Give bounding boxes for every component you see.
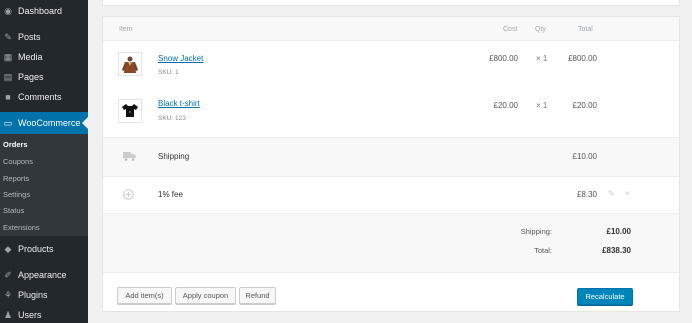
item-name-link[interactable]: Snow Jacket xyxy=(158,54,203,63)
item-total: £20.00 xyxy=(572,101,597,110)
submenu-extensions[interactable]: Extensions xyxy=(3,223,40,232)
appearance-icon: ✐ xyxy=(4,269,12,280)
submenu-status[interactable]: Status xyxy=(3,206,24,215)
edit-pencil-icon[interactable]: ✎ xyxy=(608,189,615,198)
header-item: Item xyxy=(119,26,133,33)
users-icon: ♟ xyxy=(3,309,13,320)
apply-coupon-button[interactable]: Apply coupon xyxy=(175,287,236,304)
admin-sidebar: ◉ Dashboard ✎ Posts ▦ Media ▤ Pages ■ Co… xyxy=(0,0,88,323)
fee-total: £8.30 xyxy=(576,190,597,199)
item-sku: SKU: 1 xyxy=(158,69,179,76)
menu-item-users[interactable]: ♟ Users xyxy=(0,305,88,323)
tshirt-image xyxy=(122,104,138,117)
plugins-icon: ⚘ xyxy=(3,289,13,300)
order-items-panel: Item Cost Qty Total Snow Jacket SKU: 1 £… xyxy=(102,16,680,312)
pin-icon: ✎ xyxy=(4,31,12,42)
shipping-label: Shipping xyxy=(158,152,190,161)
item-sku: SKU: 123 xyxy=(158,115,186,122)
totals-shipping-label: Shipping: xyxy=(520,227,552,236)
menu-item-posts[interactable]: ✎ Posts xyxy=(0,27,88,47)
item-name-link[interactable]: Black t-shirt xyxy=(158,99,200,108)
shipping-row: Shipping £10.00 xyxy=(103,137,679,177)
woocommerce-icon: ▭ xyxy=(3,117,13,128)
media-icon: ▦ xyxy=(3,51,13,62)
refund-button[interactable]: Refund xyxy=(239,287,276,304)
menu-item-comments[interactable]: ■ Comments xyxy=(0,87,88,107)
item-cost: £20.00 xyxy=(493,101,518,110)
jacket-thumbnail[interactable] xyxy=(118,52,142,76)
totals-total-value: £838.30 xyxy=(602,246,631,255)
item-qty: × 1 xyxy=(536,101,548,110)
totals-total-label: Total: xyxy=(534,246,552,255)
woocommerce-submenu: Orders Coupons Reports Settings Status E… xyxy=(0,134,88,236)
totals-area: Shipping: £10.00 Total: £838.30 xyxy=(103,213,679,273)
comments-icon: ■ xyxy=(5,92,11,102)
truck-icon xyxy=(123,152,136,161)
totals-shipping-value: £10.00 xyxy=(606,227,631,236)
item-qty: × 1 xyxy=(536,54,548,63)
shipping-total: £10.00 xyxy=(572,152,597,161)
header-cost: Cost xyxy=(503,26,518,33)
line-item-row: Black t-shirt SKU: 123 £20.00 × 1 £20.00 xyxy=(103,89,679,137)
active-menu-arrow xyxy=(82,117,88,129)
submenu-settings[interactable]: Settings xyxy=(3,190,30,199)
add-items-button[interactable]: Add item(s) xyxy=(117,287,172,304)
pages-icon: ▤ xyxy=(3,71,13,82)
fee-label: 1% fee xyxy=(158,190,183,199)
menu-item-dashboard[interactable]: ◉ Dashboard xyxy=(0,1,88,21)
dashboard-icon: ◉ xyxy=(4,5,12,16)
previous-metabox-edge xyxy=(102,0,680,6)
header-qty: Qty xyxy=(535,26,546,33)
menu-item-plugins[interactable]: ⚘ Plugins xyxy=(0,285,88,305)
fee-row: 1% fee £8.30 ✎ × xyxy=(103,178,679,212)
menu-item-media[interactable]: ▦ Media xyxy=(0,47,88,67)
delete-icon[interactable]: × xyxy=(625,189,630,198)
item-cost: £800.00 xyxy=(489,54,518,63)
tshirt-thumbnail[interactable] xyxy=(118,99,142,123)
submenu-coupons[interactable]: Coupons xyxy=(3,157,33,166)
submenu-orders[interactable]: Orders xyxy=(3,140,28,149)
jacket-image xyxy=(122,56,138,73)
menu-item-woocommerce[interactable]: ▭ WooCommerce xyxy=(0,112,88,134)
menu-item-appearance[interactable]: ✐ Appearance xyxy=(0,265,88,285)
item-total: £800.00 xyxy=(568,54,597,63)
header-total: Total xyxy=(578,26,593,33)
plus-circle-icon xyxy=(123,189,134,200)
menu-item-pages[interactable]: ▤ Pages xyxy=(0,67,88,87)
recalculate-button[interactable]: Recalculate xyxy=(577,288,633,305)
products-icon: ◆ xyxy=(4,243,12,254)
menu-item-products[interactable]: ◆ Products xyxy=(0,239,88,259)
order-items-header: Item Cost Qty Total xyxy=(103,17,679,41)
submenu-reports[interactable]: Reports xyxy=(3,174,29,183)
line-item-row: Snow Jacket SKU: 1 £800.00 × 1 £800.00 xyxy=(103,42,679,89)
